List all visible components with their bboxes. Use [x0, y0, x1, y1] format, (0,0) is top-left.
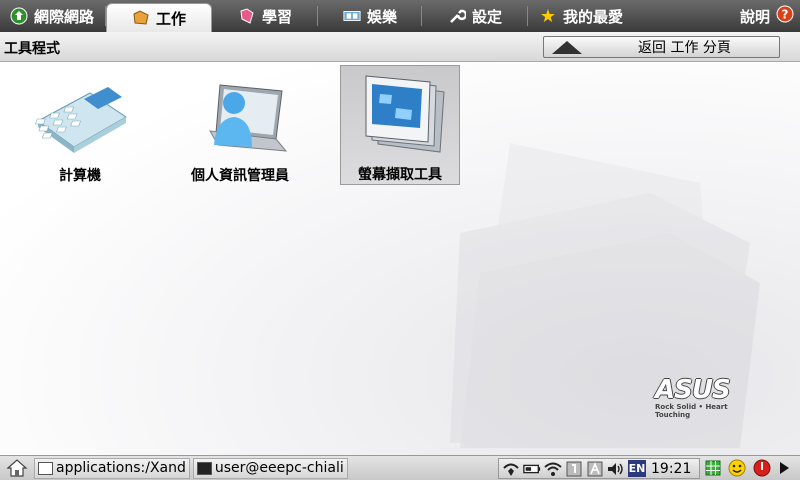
back-to-work-button[interactable]: 返回 工作 分頁 [543, 36, 780, 58]
help-button[interactable]: 說明 ? [740, 0, 800, 32]
keypad-icon[interactable] [705, 460, 721, 480]
system-tray: EN 19:21 [498, 458, 700, 479]
asus-tagline: Rock Solid • Heart Touching [655, 403, 728, 419]
tab-favorites[interactable]: ★ 我的最愛 [528, 0, 634, 32]
shutdown-icon[interactable] [753, 459, 771, 480]
tab-label: 學習 [261, 7, 292, 26]
tab-label: 娛樂 [366, 7, 397, 26]
app-area: 計算機 個人資訊管理員 螢幕擷取工具 ASUS Rock Solid • Hea… [0, 63, 800, 455]
clock[interactable]: 19:21 [651, 461, 691, 477]
star-icon: ★ [539, 5, 557, 27]
tab-entertainment[interactable]: 娛樂 [318, 0, 422, 32]
help-icon: ? [776, 5, 794, 27]
input-language-indicator[interactable]: EN [628, 460, 646, 477]
tab-label: 工作 [155, 9, 186, 28]
section-bar: 工具程式 返回 工作 分頁 [0, 32, 800, 62]
task-label: user@eeepc-chiali [214, 460, 344, 476]
svg-text:?: ? [782, 8, 789, 22]
app-label: 個人資訊管理員 [191, 168, 289, 184]
taskbar-item-applications[interactable]: applications:/Xand [34, 457, 190, 479]
wrench-icon [448, 7, 466, 25]
folder-icon [132, 9, 150, 27]
tray-extra [705, 459, 790, 480]
app-personal-info-manager[interactable]: 個人資訊管理員 [180, 67, 300, 187]
calculator-icon [35, 87, 127, 153]
home-icon [6, 459, 28, 477]
help-label: 說明 [739, 7, 770, 26]
tab-settings[interactable]: 設定 [422, 0, 528, 32]
right-arrow-icon[interactable] [778, 461, 790, 479]
taskbar-item-terminal[interactable]: user@eeepc-chiali [192, 457, 348, 479]
app-label: 計算機 [59, 168, 101, 184]
app-screen-capture[interactable]: 螢幕擷取工具 [340, 65, 460, 185]
battery-icon[interactable] [523, 461, 541, 477]
book-icon [238, 7, 256, 25]
taskbar: applications:/Xand user@eeepc-chiali EN … [0, 455, 800, 480]
screen-capture-icon [365, 75, 445, 153]
app-label: 螢幕擷取工具 [358, 167, 442, 183]
asus-logo: ASUS Rock Solid • Heart Touching [655, 375, 765, 419]
task-label: applications:/Xand [56, 460, 186, 476]
tab-label: 我的最愛 [562, 7, 623, 26]
up-arrow-icon [552, 40, 582, 54]
pim-icon [209, 84, 288, 152]
disk-icon[interactable] [565, 461, 583, 477]
tab-work[interactable]: 工作 [106, 3, 212, 32]
tab-learning[interactable]: 學習 [212, 0, 318, 32]
tab-internet[interactable]: 網際網路 [0, 0, 106, 32]
film-icon [343, 7, 361, 25]
home-button[interactable] [0, 456, 34, 480]
top-tab-bar: 網際網路 工作 學習 娛樂 設定 ★ 我的最愛 說明 ? [0, 0, 800, 32]
volume-icon[interactable] [607, 461, 625, 477]
tab-label: 網際網路 [34, 7, 95, 26]
globe-icon [10, 7, 28, 25]
window-icon [38, 461, 53, 475]
section-title: 工具程式 [4, 41, 60, 57]
wifi-icon[interactable] [544, 461, 562, 477]
back-button-label: 返回 工作 分頁 [638, 40, 731, 56]
keyboard-icon[interactable] [586, 461, 604, 477]
terminal-icon [196, 461, 212, 475]
app-calculator[interactable]: 計算機 [20, 67, 140, 187]
tab-label: 設定 [471, 7, 502, 26]
wireless-antenna-icon[interactable] [502, 461, 520, 477]
asus-logo-text: ASUS [655, 375, 731, 405]
smiley-icon[interactable] [728, 459, 746, 480]
